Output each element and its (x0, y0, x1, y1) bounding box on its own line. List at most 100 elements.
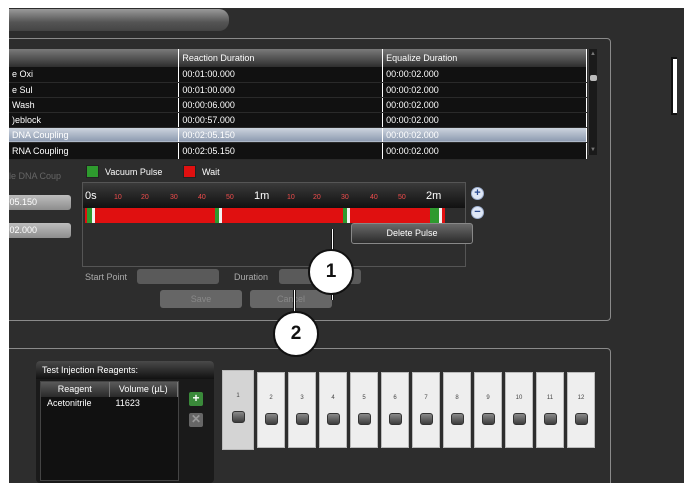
well-number: 2 (269, 395, 273, 401)
cancel-button[interactable]: Cancel (250, 290, 332, 308)
list-item[interactable]: Acetonitrile 11623 (41, 397, 178, 410)
scroll-thumb[interactable] (590, 75, 597, 81)
scroll-down-icon[interactable]: ▼ (590, 147, 596, 153)
well[interactable]: 2 (257, 372, 285, 448)
tick-label: 0s (85, 190, 97, 202)
well-knob-icon[interactable] (482, 413, 495, 425)
table-row[interactable]: )eblock 00:00:57.000 00:00:02.000 (9, 112, 587, 128)
reaction-duration: 00:01:00.000 (178, 67, 384, 83)
wait-swatch (183, 165, 196, 178)
scroll-up-icon[interactable]: ▲ (590, 51, 596, 57)
reagents-list[interactable]: Reagent Volume (µL) Acetonitrile 11623 (40, 381, 179, 481)
zoom-out-icon[interactable]: − (471, 206, 484, 219)
tick-label: 10 (114, 194, 122, 201)
reagent-name: Acetonitrile (47, 398, 92, 408)
tick-label: 10 (287, 194, 295, 201)
table-row[interactable]: e Sul 00:01:00.000 00:00:02.000 (9, 82, 587, 98)
well[interactable]: 7 (412, 372, 440, 448)
side-bracket (671, 57, 677, 115)
well[interactable]: 12 (567, 372, 595, 448)
well[interactable]: 10 (505, 372, 533, 448)
table-scrollbar[interactable]: ▲ ▼ (588, 49, 597, 155)
well[interactable]: 6 (381, 372, 409, 448)
well-knob-icon[interactable] (265, 413, 278, 425)
well-knob-icon[interactable] (544, 413, 557, 425)
well-number: 12 (577, 395, 585, 401)
well[interactable]: 4 (319, 372, 347, 448)
well-knob-icon[interactable] (420, 413, 433, 425)
step-name-field[interactable]: le DNA Coup (9, 171, 61, 181)
title-bar (9, 9, 229, 31)
well-number: 8 (455, 395, 459, 401)
duration-label: Duration (234, 272, 269, 282)
tick-label: 30 (341, 194, 349, 201)
tick-label: 2m (426, 190, 442, 202)
pulse-marker[interactable] (439, 208, 442, 223)
well[interactable]: 8 (443, 372, 471, 448)
well-knob-icon[interactable] (513, 413, 526, 425)
tick-label: 50 (398, 194, 406, 201)
well-number: 1 (236, 393, 240, 399)
table-row[interactable]: Wash 00:00:06.000 00:00:02.000 (9, 97, 587, 113)
tick-label: 20 (141, 194, 149, 201)
well-knob-icon[interactable] (575, 413, 588, 425)
col-equalize-duration[interactable]: Equalize Duration (382, 49, 587, 67)
pulse-marker[interactable] (92, 208, 95, 223)
well-number: 9 (486, 395, 490, 401)
step-name: DNA Coupling (9, 127, 180, 143)
col-reaction-duration[interactable]: Reaction Duration (178, 49, 384, 67)
col-volume[interactable]: Volume (µL) (110, 382, 178, 397)
save-button[interactable]: Save (160, 290, 242, 308)
well-number: 11 (546, 395, 554, 401)
well-number: 6 (393, 395, 397, 401)
pulse-marker[interactable] (347, 208, 350, 223)
well-number: 4 (331, 395, 335, 401)
reaction-duration-field[interactable]: :05.150 (9, 195, 71, 210)
zoom-in-icon[interactable]: + (471, 187, 484, 200)
tick-label: 1m (254, 190, 270, 202)
reagent-wells: 1 2 3 4 5 6 7 8 9 10 11 12 (222, 370, 595, 450)
pulse-marker[interactable] (219, 208, 222, 223)
steps-table: Reaction Duration Equalize Duration e Ox… (9, 49, 587, 160)
equalize-duration-field[interactable]: :02.000 (9, 223, 71, 238)
col-reagent[interactable]: Reagent (41, 382, 110, 397)
well[interactable]: 5 (350, 372, 378, 448)
equalize-duration: 00:00:02.000 (382, 82, 587, 98)
well-number: 10 (515, 395, 523, 401)
reagents-title: Test Injection Reagents: (36, 361, 214, 379)
table-row[interactable]: e Oxi 00:01:00.000 00:00:02.000 (9, 67, 587, 83)
time-ruler: 0s 10 20 30 40 50 1m 10 20 30 40 50 2m (83, 183, 465, 208)
well[interactable]: 11 (536, 372, 564, 448)
step-name: Wash (9, 97, 180, 113)
step-name: RNA Coupling (9, 142, 180, 160)
x-icon[interactable]: ✕ (189, 413, 203, 427)
plus-icon[interactable]: + (189, 392, 203, 406)
well[interactable]: 1 (222, 370, 254, 450)
equalize-duration: 00:00:02.000 (382, 97, 587, 113)
start-point-input[interactable] (137, 269, 219, 284)
well[interactable]: 3 (288, 372, 316, 448)
table-row[interactable]: RNA Coupling 00:02:05.150 00:00:02.000 (9, 142, 587, 160)
well-knob-icon[interactable] (327, 413, 340, 425)
well-knob-icon[interactable] (389, 413, 402, 425)
well[interactable]: 9 (474, 372, 502, 448)
well-knob-icon[interactable] (358, 413, 371, 425)
well-knob-icon[interactable] (232, 411, 245, 423)
vacuum-label: Vacuum Pulse (105, 166, 163, 177)
equalize-duration: 00:00:02.000 (382, 67, 587, 83)
pulse-track[interactable] (85, 208, 445, 223)
tick-label: 30 (170, 194, 178, 201)
well-knob-icon[interactable] (451, 413, 464, 425)
well-number: 5 (362, 395, 366, 401)
delete-pulse-menu-item[interactable]: Delete Pulse (351, 223, 473, 244)
col-step-name[interactable] (9, 49, 180, 67)
table-row-selected[interactable]: DNA Coupling 00:02:05.150 00:00:02.000 (9, 127, 587, 143)
equalize-duration: 00:00:02.000 (382, 142, 587, 160)
legend-vacuum: Vacuum Pulse (86, 165, 162, 178)
well-knob-icon[interactable] (296, 413, 309, 425)
wait-label: Wait (202, 166, 220, 177)
reaction-duration: 00:00:57.000 (178, 112, 384, 128)
app-screen: Reaction Duration Equalize Duration e Ox… (9, 8, 684, 483)
reagents-header: Reagent Volume (µL) (41, 382, 178, 397)
tick-label: 50 (226, 194, 234, 201)
